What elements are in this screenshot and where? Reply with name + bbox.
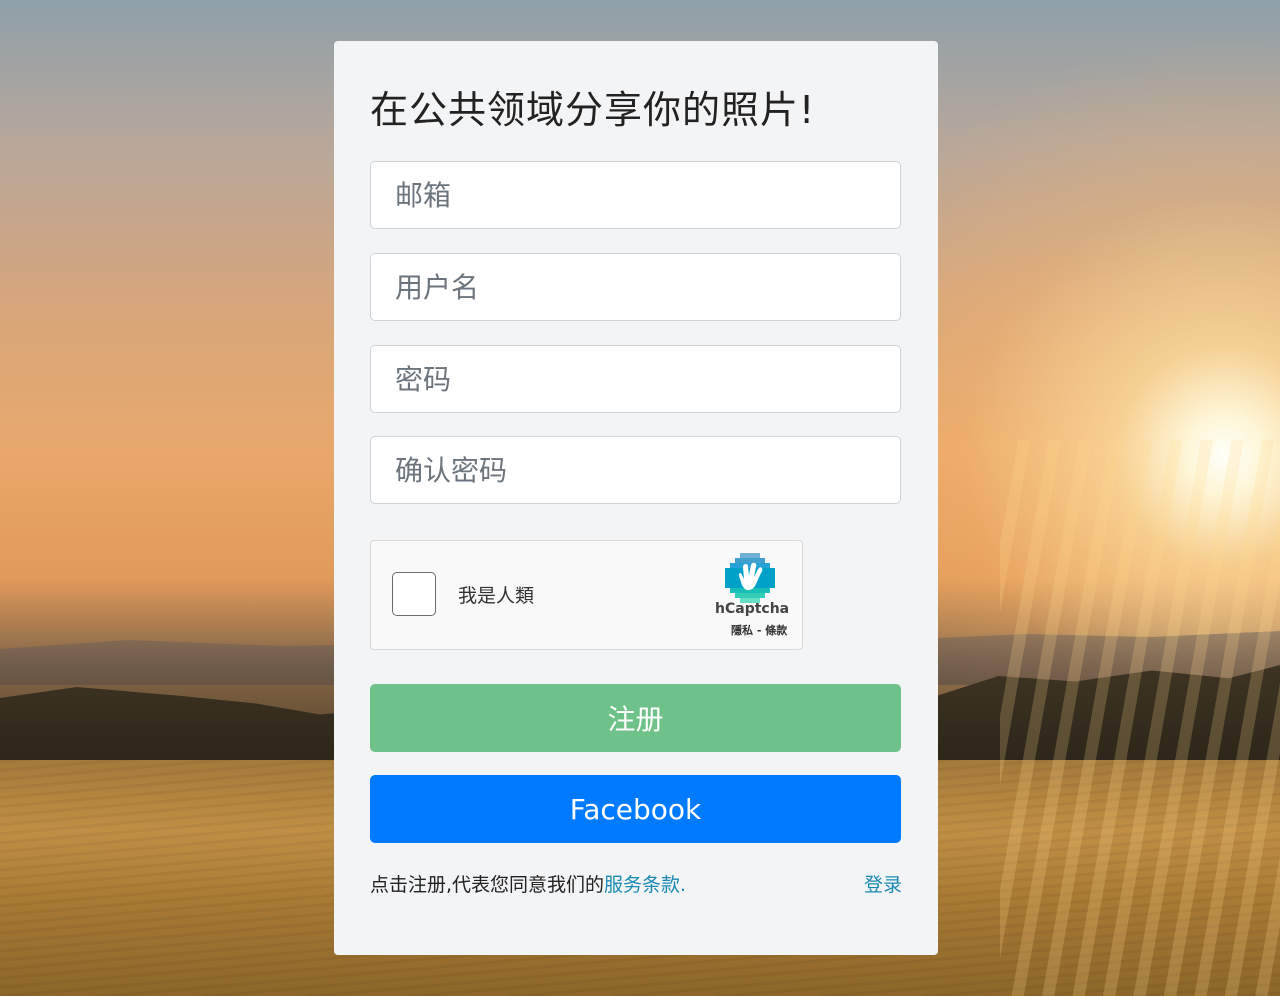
email-input[interactable] — [370, 161, 901, 229]
background-sun-rays — [1000, 440, 1280, 996]
username-input[interactable] — [370, 253, 901, 321]
login-link[interactable]: 登录 — [864, 870, 902, 897]
password-input[interactable] — [370, 345, 901, 413]
captcha-checkbox[interactable] — [392, 572, 436, 616]
terms-text: 点击注册,代表您同意我们的 — [370, 874, 605, 896]
terms-of-service-link[interactable]: 服务条款. — [604, 874, 686, 896]
page-title: 在公共领域分享你的照片! — [370, 88, 816, 132]
hcaptcha-brand: hCaptcha — [715, 601, 790, 617]
register-button[interactable]: 注册 — [370, 684, 901, 752]
hcaptcha-hand-icon — [725, 553, 775, 603]
terms-notice: 点击注册,代表您同意我们的服务条款. — [370, 870, 686, 897]
hcaptcha-privacy-terms-links[interactable]: 隱私 - 條款 — [715, 622, 819, 638]
confirm-password-input[interactable] — [370, 436, 901, 504]
signup-card: 在公共领域分享你的照片! 我是人類 hCaptcha 隱私 - 條款 注册 Fa… — [334, 41, 938, 955]
captcha-label: 我是人類 — [458, 585, 535, 607]
facebook-login-button[interactable]: Facebook — [370, 775, 901, 843]
hcaptcha-widget: 我是人類 hCaptcha 隱私 - 條款 — [370, 540, 803, 650]
